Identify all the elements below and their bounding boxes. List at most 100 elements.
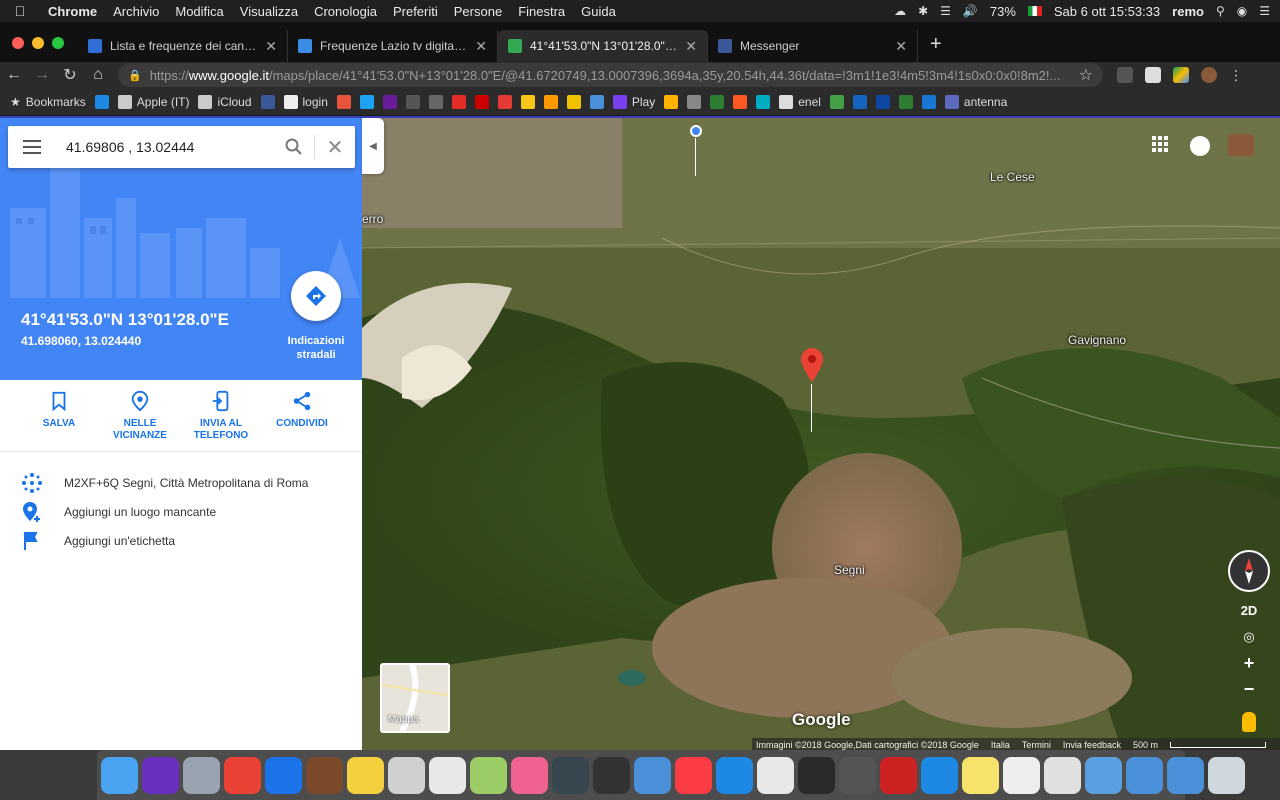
pegman-icon[interactable] — [1242, 712, 1256, 732]
view-2d-toggle[interactable]: 2D — [1234, 598, 1264, 624]
dock-app-icon[interactable] — [1085, 756, 1122, 794]
chrome-menu-icon[interactable]: ⋮ — [1229, 67, 1243, 83]
bookmark-item[interactable] — [336, 94, 351, 109]
search-box[interactable]: 41.69806 , 13.02444 ✕ — [8, 126, 355, 168]
bookmark-item[interactable]: antenna — [944, 94, 1007, 109]
bookmark-item[interactable] — [382, 94, 397, 109]
directions-button[interactable] — [291, 271, 341, 321]
zoom-window-button[interactable] — [52, 37, 64, 49]
clear-search-icon[interactable]: ✕ — [315, 135, 355, 160]
bookmark-item[interactable]: Apple (IT) — [117, 94, 189, 109]
bookmark-item[interactable] — [428, 94, 443, 109]
minimize-window-button[interactable] — [32, 37, 44, 49]
search-input[interactable]: 41.69806 , 13.02444 — [56, 139, 274, 155]
location-dot-marker[interactable] — [690, 125, 702, 137]
dock-app-icon[interactable] — [388, 756, 425, 794]
bookmark-item[interactable] — [756, 94, 771, 109]
bookmark-star-icon[interactable]: ☆ — [1079, 65, 1093, 85]
bookmark-item[interactable]: login — [283, 94, 328, 109]
scale-label[interactable]: 500 m — [1133, 740, 1158, 750]
add-missing-place-row[interactable]: Aggiungi un luogo mancante — [0, 497, 362, 526]
dock-app-icon[interactable] — [470, 756, 507, 794]
bookmark-item[interactable]: enel — [779, 94, 821, 109]
cloud-upload-icon[interactable]: ☁ — [894, 4, 906, 18]
notifications-icon[interactable] — [1190, 136, 1210, 156]
dock-app-icon[interactable] — [921, 756, 958, 794]
plus-code-row[interactable]: M2XF+6Q Segni, Città Metropolitana di Ro… — [0, 468, 362, 497]
dock-app-icon[interactable] — [839, 756, 876, 794]
bookmark-item[interactable] — [852, 94, 867, 109]
bookmark-item[interactable] — [921, 94, 936, 109]
clock[interactable]: Sab 6 ott 15:53:33 — [1054, 4, 1160, 19]
dock-app-icon[interactable] — [306, 756, 343, 794]
bookmark-item[interactable] — [566, 94, 581, 109]
feedback-link[interactable]: Invia feedback — [1063, 740, 1121, 750]
bookmark-item[interactable] — [543, 94, 558, 109]
terms-link[interactable]: Termini — [1022, 740, 1051, 750]
share-button[interactable]: CONDIVIDI — [261, 380, 343, 451]
home-icon[interactable]: ⌂ — [84, 66, 112, 84]
volume-icon[interactable]: 🔊 — [963, 4, 978, 18]
compass-icon[interactable] — [1228, 550, 1270, 592]
tab-close-icon[interactable]: ✕ — [265, 38, 277, 55]
directions-label[interactable]: Indicazioni stradali — [276, 334, 356, 362]
dock-app-icon[interactable] — [347, 756, 384, 794]
menu-archivio[interactable]: Archivio — [105, 4, 167, 19]
map-layer-toggle[interactable]: Mappa — [380, 663, 450, 733]
bookmark-item[interactable] — [664, 94, 679, 109]
profile-avatar-icon[interactable] — [1201, 67, 1217, 83]
dock-app-icon[interactable] — [1126, 756, 1163, 794]
extension-icon[interactable] — [1145, 67, 1161, 83]
map-canvas[interactable]: Le Cese Gavignano Segni erro 2D ◎ + − Ma… — [362, 118, 1280, 750]
zoom-in-button[interactable]: + — [1234, 650, 1264, 676]
new-tab-button[interactable]: + — [918, 33, 954, 62]
close-window-button[interactable] — [12, 37, 24, 49]
dock-app-icon[interactable] — [265, 756, 302, 794]
bluetooth-icon[interactable]: ✱ — [918, 4, 928, 18]
bookmark-item[interactable] — [474, 94, 489, 109]
account-avatar[interactable] — [1228, 134, 1254, 156]
user-name[interactable]: remo — [1172, 4, 1204, 19]
browser-tab[interactable]: Frequenze Lazio tv digitale terr ✕ — [288, 30, 498, 62]
dock-app-icon[interactable] — [1208, 756, 1245, 794]
dock-app-icon[interactable] — [757, 756, 794, 794]
dock-app-icon[interactable] — [1167, 756, 1204, 794]
dock-app-icon[interactable] — [429, 756, 466, 794]
my-location-icon[interactable]: ◎ — [1234, 624, 1264, 650]
extension-icon[interactable] — [1117, 67, 1133, 83]
back-arrow-icon[interactable]: ← — [0, 66, 28, 84]
bookmark-item[interactable]: ★ Bookmarks — [10, 95, 86, 109]
menu-persone[interactable]: Persone — [446, 4, 510, 19]
menu-modifica[interactable]: Modifica — [167, 4, 231, 19]
zoom-out-button[interactable]: − — [1234, 676, 1264, 702]
battery-percent[interactable]: 73% — [990, 4, 1016, 19]
bookmark-item[interactable] — [875, 94, 890, 109]
notification-center-icon[interactable]: ☰ — [1259, 4, 1270, 18]
browser-tab[interactable]: Lista e frequenze dei canali tv ✕ — [78, 30, 288, 62]
menu-cronologia[interactable]: Cronologia — [306, 4, 385, 19]
dock-app-icon[interactable] — [511, 756, 548, 794]
apple-menu-icon[interactable]:  — [0, 3, 40, 19]
dock-app-icon[interactable] — [634, 756, 671, 794]
save-button[interactable]: SALVA — [18, 380, 100, 451]
dock-app-icon[interactable] — [183, 756, 220, 794]
bookmark-item[interactable] — [497, 94, 512, 109]
dock-app-icon[interactable] — [593, 756, 630, 794]
address-bar[interactable]: 🔒 https://www.google.it/maps/place/41°41… — [118, 63, 1103, 87]
menu-finestra[interactable]: Finestra — [510, 4, 573, 19]
google-drive-icon[interactable] — [1173, 67, 1189, 83]
location-pin-icon[interactable] — [801, 348, 823, 382]
bookmark-item[interactable] — [94, 94, 109, 109]
bookmark-item[interactable]: iCloud — [198, 94, 252, 109]
bookmark-item[interactable]: Play — [612, 94, 655, 109]
bookmark-item[interactable] — [733, 94, 748, 109]
spotlight-search-icon[interactable]: ⚲ — [1216, 4, 1225, 18]
menu-guida[interactable]: Guida — [573, 4, 624, 19]
lock-icon[interactable]: 🔒 — [128, 69, 142, 82]
bookmark-item[interactable] — [451, 94, 466, 109]
bookmark-item[interactable] — [359, 94, 374, 109]
tab-close-icon[interactable]: ✕ — [895, 38, 907, 55]
dock-app-icon[interactable] — [1003, 756, 1040, 794]
url-text[interactable]: https://www.google.it/maps/place/41°41'5… — [150, 68, 1071, 83]
input-source-flag-icon[interactable] — [1027, 6, 1042, 16]
